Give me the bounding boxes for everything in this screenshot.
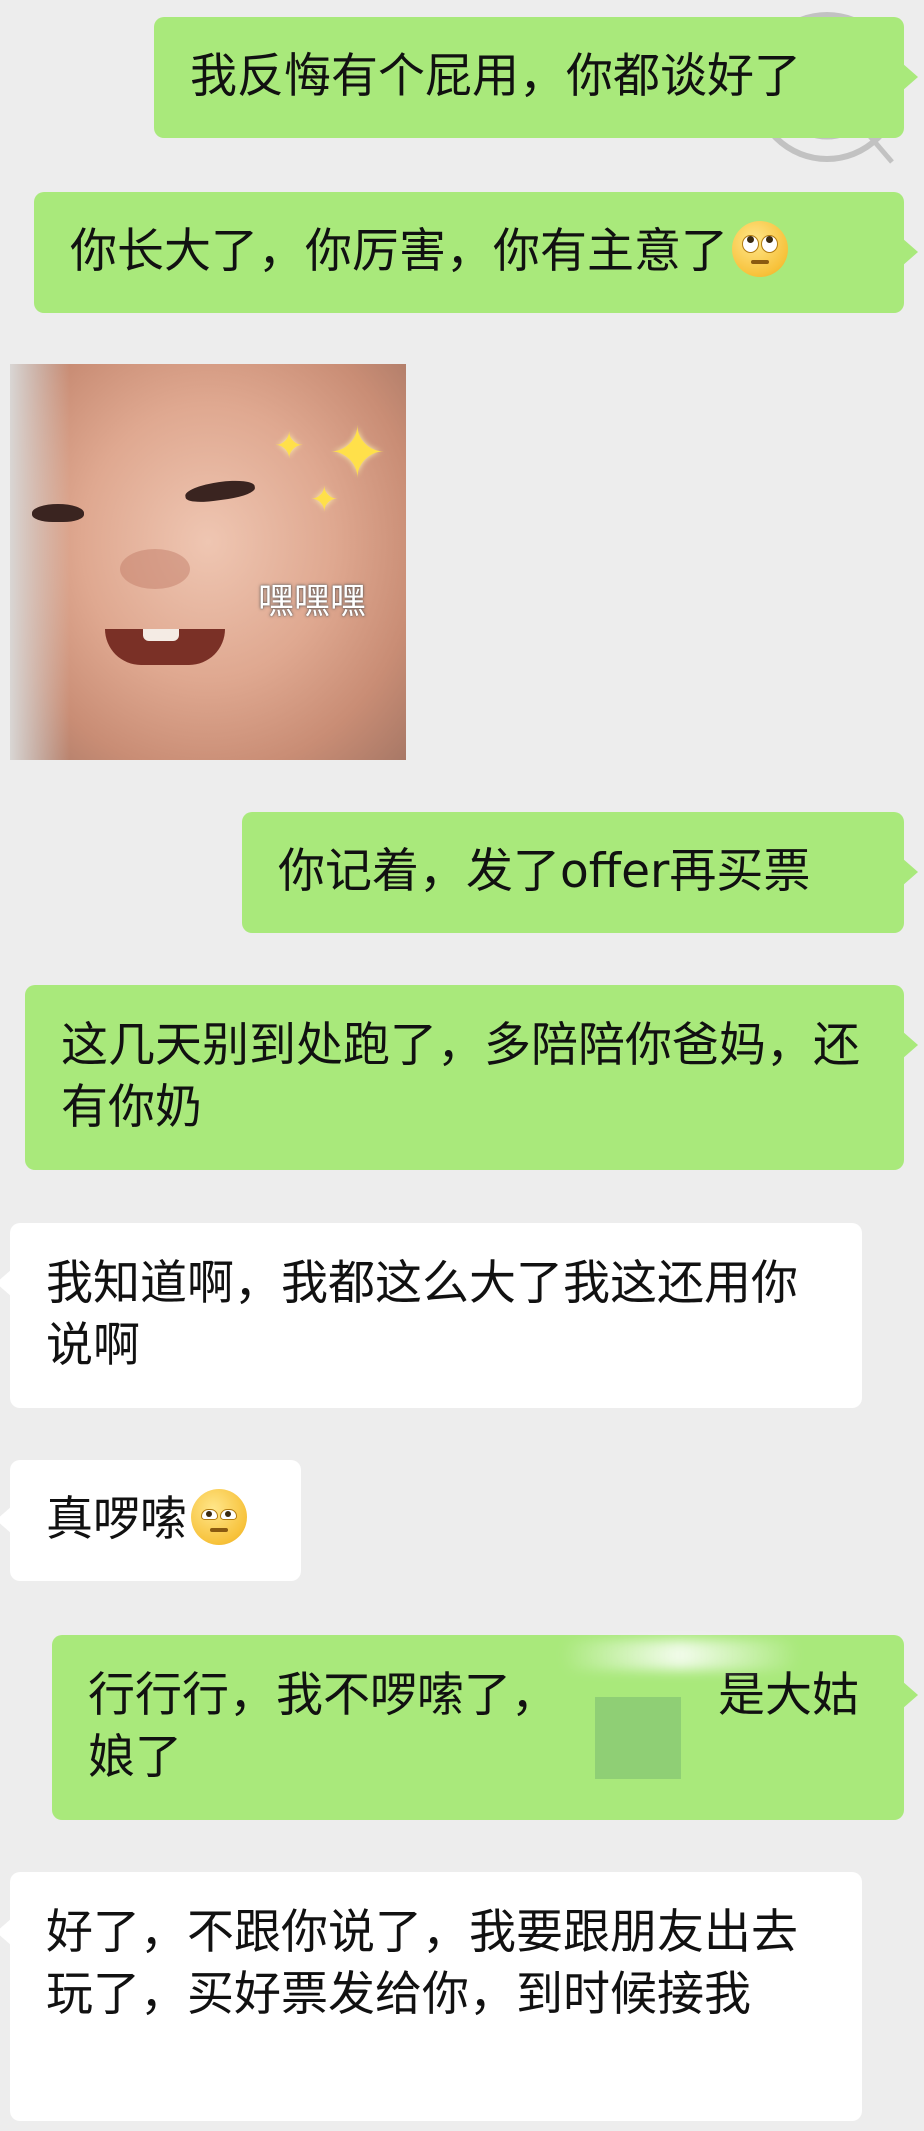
message-text: 好了，不跟你说了，我要跟朋友出去玩了，买好票发给你，到时候接我 [46, 1905, 798, 2022]
message-bubble-sent[interactable]: 你长大了，你厉害，你有主意了 [34, 192, 918, 313]
redaction-blur [560, 1640, 800, 1670]
message-text-start: 行行行，我不啰嗦了， [88, 1668, 558, 1723]
sticker-caption: 嘿嘿嘿 [258, 581, 367, 622]
message-bubble-received[interactable]: 好了，不跟你说了，我要跟朋友出去玩了，买好票发给你，到时候接我 [0, 1872, 862, 2121]
sparkle-icon: ✦ [274, 426, 305, 467]
message-text: 我知道啊，我都这么大了我这还用你说啊 [46, 1256, 798, 1373]
message-text: 这几天别到处跑了，多陪陪你爸妈，还有你奶 [61, 1018, 860, 1135]
sparkle-icon: ✦ [310, 480, 339, 520]
face-with-rolling-eyes-emoji [732, 221, 788, 277]
message-bubble-received[interactable]: 我知道啊，我都这么大了我这还用你说啊 [0, 1223, 862, 1408]
message-bubble-received[interactable]: 真啰嗦 [0, 1460, 301, 1581]
unamused-face-emoji [191, 1489, 247, 1545]
message-bubble-sent[interactable]: 这几天别到处跑了，多陪陪你爸妈，还有你奶 [25, 985, 918, 1170]
redaction-block [595, 1697, 681, 1779]
message-text: 你长大了，你厉害，你有主意了 [70, 224, 728, 279]
sticker-image[interactable]: ✦ ✦ ✦ 嘿嘿嘿 [10, 364, 406, 760]
message-bubble-sent[interactable]: 你记着，发了offer再买票 [242, 812, 918, 933]
message-bubble-sent[interactable]: 我反悔有个屁用，你都谈好了 [154, 17, 918, 138]
message-text: 你记着，发了offer再买票 [278, 844, 811, 899]
message-text: 真啰嗦 [46, 1492, 187, 1547]
message-text: 我反悔有个屁用，你都谈好了 [190, 49, 801, 104]
